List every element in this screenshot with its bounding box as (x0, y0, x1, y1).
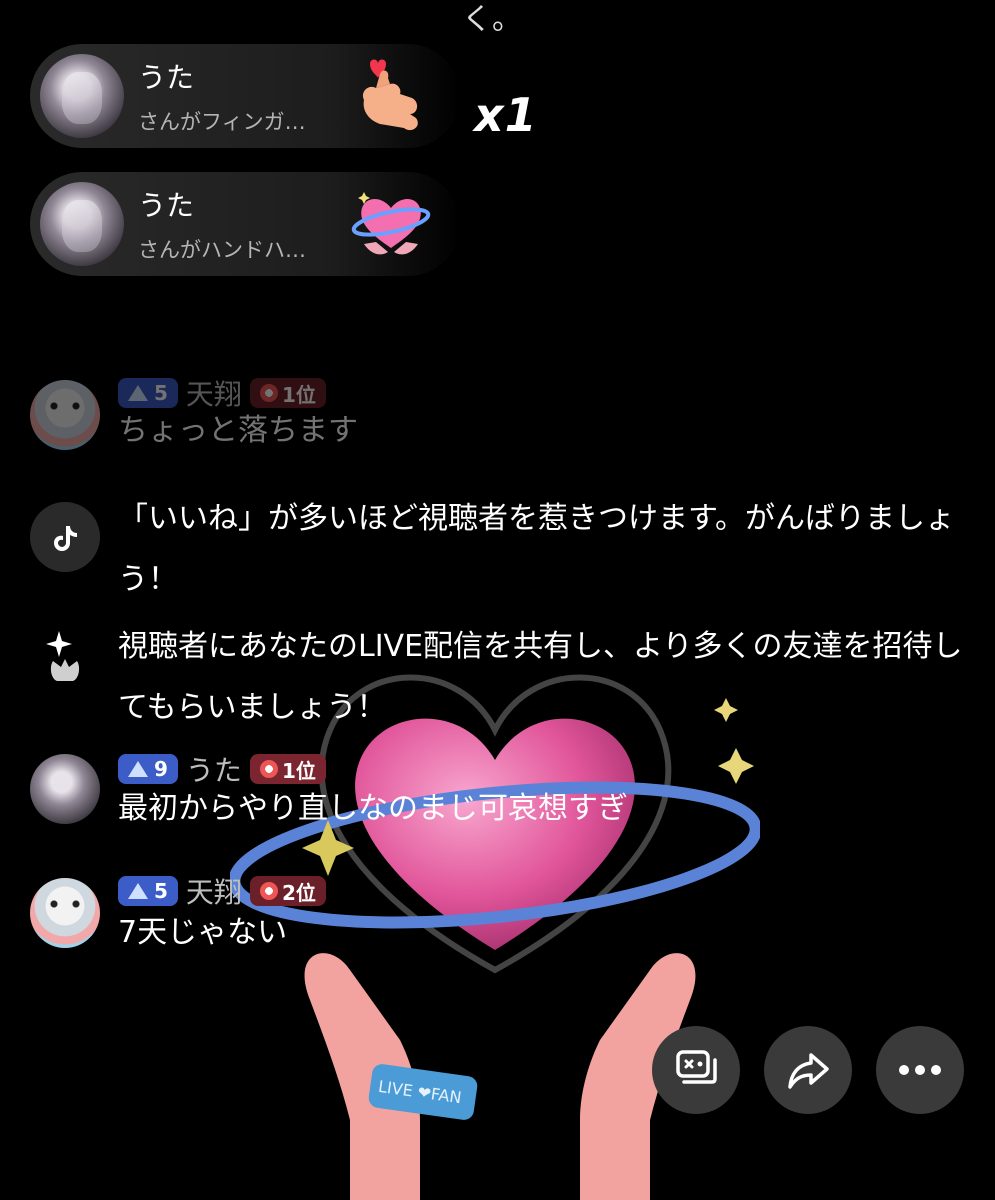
share-icon (788, 1053, 829, 1089)
share-button[interactable] (764, 1026, 852, 1114)
avatar[interactable] (30, 380, 100, 450)
chat-text: 7天じゃない (118, 915, 288, 950)
avatar[interactable] (40, 182, 124, 266)
chat-text: 「いいね」が多いほど視聴者を惹きつけます。がんばりましょう！ (118, 501, 955, 597)
gift-description: さんがフィンガ… (138, 110, 306, 134)
more-button[interactable] (876, 1026, 964, 1114)
finger-heart-icon (362, 59, 418, 131)
tiktok-icon (30, 502, 100, 572)
chat-text: ちょっと落ちます (118, 413, 358, 448)
sparkle-icon (30, 622, 100, 692)
medal-icon (259, 882, 278, 900)
avatar[interactable] (30, 878, 100, 948)
gift-sender-name: うた (138, 189, 195, 222)
chat-toggle-icon (676, 1050, 717, 1084)
top-fragment-text: く。 (462, 2, 522, 37)
more-icon (899, 1065, 941, 1075)
level-icon (128, 883, 148, 899)
hand-heart-icon (351, 192, 431, 255)
gift-banner[interactable]: うた さんがハンドハ… (30, 172, 460, 276)
avatar[interactable] (30, 754, 100, 824)
level-icon (128, 385, 148, 401)
chat-text: 最初からやり直しなのまじ可哀想すぎ (118, 791, 628, 826)
gift-sender-name: うた (138, 61, 195, 94)
level-icon (128, 761, 148, 777)
gift-combo-count: x1 (474, 88, 538, 142)
gift-banner[interactable]: うた さんがフィンガ… (30, 44, 460, 148)
medal-icon (259, 760, 278, 778)
chat-toggle-button[interactable] (652, 1026, 740, 1114)
chat-text: 視聴者にあなたのLIVE配信を共有し、より多くの友達を招待してもらいましょう！ (118, 629, 963, 725)
level-value: 5 (154, 879, 168, 903)
avatar[interactable] (40, 54, 124, 138)
gift-description: さんがハンドハ… (138, 238, 306, 262)
